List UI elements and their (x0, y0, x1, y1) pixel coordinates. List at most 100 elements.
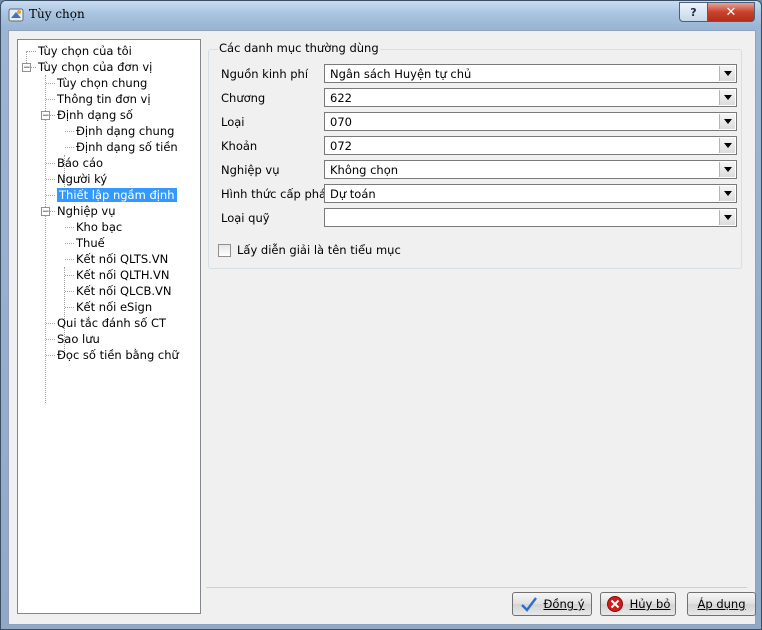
field-label: Loại (221, 115, 245, 129)
tree-connector (45, 75, 46, 403)
tree-connector (46, 339, 55, 340)
title-bar[interactable]: Tùy chọn ? ✕ (1, 1, 761, 29)
field-label: Loại quỹ (221, 211, 270, 225)
tree-connector (27, 51, 36, 52)
apply-button[interactable]: Áp dụng (687, 592, 756, 616)
field-combobox[interactable]: 072 (324, 136, 737, 155)
close-button[interactable]: ✕ (707, 2, 755, 22)
collapse-icon[interactable]: − (41, 207, 50, 217)
dropdown-button[interactable] (719, 114, 735, 129)
field-label: Nguồn kinh phí (221, 67, 309, 81)
tree-item[interactable]: Thiết lập ngầm định (57, 187, 177, 203)
field-combobox[interactable]: 070 (324, 112, 737, 131)
options-dialog: Tùy chọn ? ✕ Tùy chọn của tôi Tùy chọn củ… (0, 0, 762, 630)
tree-connector (65, 307, 74, 308)
dialog-body: Tùy chọn của tôi Tùy chọn của đơn vị − Tùy … (8, 30, 756, 625)
tree-item[interactable]: Kết nối eSign (76, 299, 152, 315)
combobox-value: Không chọn (330, 163, 399, 177)
tree-connector (46, 163, 55, 164)
field-combobox[interactable] (324, 208, 737, 227)
tree-connector (65, 227, 74, 228)
tree-item-label: Kết nối QLTH.VN (76, 268, 170, 282)
tree-connector (46, 179, 55, 180)
collapse-icon[interactable]: − (22, 63, 31, 73)
tree-item-label: Kết nối QLTS.VN (76, 252, 169, 266)
combobox-value: Ngân sách Huyện tự chủ (330, 67, 472, 81)
tree-item[interactable]: Định dạng số (57, 107, 133, 123)
chevron-down-icon (723, 143, 732, 148)
tree-connector (46, 195, 55, 196)
tree-item[interactable]: Định dạng số tiền (76, 139, 178, 155)
tree-connector (65, 275, 74, 276)
combobox-value: 072 (330, 139, 352, 153)
tree-item[interactable]: Kết nối QLTS.VN (76, 251, 168, 267)
tree-item[interactable]: Kho bạc (76, 219, 122, 235)
dropdown-button[interactable] (719, 210, 735, 225)
chevron-down-icon (723, 191, 732, 196)
use-subitem-name-label: Lấy diễn giải là tên tiểu mục (237, 243, 401, 257)
settings-panel: Các danh mục thường dùng Nguồn kinh phí N… (206, 37, 747, 583)
collapse-icon[interactable]: − (41, 111, 50, 121)
tree-item-label: Sao lưu (57, 332, 100, 346)
tree-item-label: Định dạng số tiền (76, 140, 178, 154)
options-tree[interactable]: Tùy chọn của tôi Tùy chọn của đơn vị − Tùy … (17, 39, 201, 614)
chevron-down-icon (723, 167, 732, 172)
tree-item[interactable]: Sao lưu (57, 331, 100, 347)
tree-connector (46, 83, 55, 84)
tree-item[interactable]: Tùy chọn của tôi (38, 43, 132, 59)
dropdown-button[interactable] (719, 186, 735, 201)
tree-item-label: Đọc số tiền bằng chữ (57, 348, 179, 362)
dropdown-button[interactable] (719, 90, 735, 105)
tree-item-label: Kho bạc (76, 220, 123, 234)
tree-item-label: Định dạng chung (76, 124, 175, 138)
dropdown-button[interactable] (719, 138, 735, 153)
ok-button[interactable]: Đồng ý (512, 592, 592, 616)
combobox-value: 070 (330, 115, 352, 129)
help-button[interactable]: ? (679, 2, 708, 22)
tree-item[interactable]: Tùy chọn của đơn vị (38, 59, 152, 75)
dropdown-button[interactable] (719, 162, 735, 177)
tree-connector (46, 355, 55, 356)
chevron-down-icon (723, 95, 732, 100)
chevron-down-icon (723, 215, 732, 220)
combobox-value: 622 (330, 91, 352, 105)
tree-connector (65, 147, 74, 148)
tree-item[interactable]: Nghiệp vụ (57, 203, 116, 219)
field-label: Chương (221, 91, 266, 105)
tree-connector (65, 131, 74, 132)
tree-item[interactable]: Thông tin đơn vị (57, 91, 151, 107)
tree-item-label: Tùy chọn của đơn vị (38, 60, 153, 74)
apply-button-label: Áp dụng (697, 597, 746, 611)
cancel-button[interactable]: Hủy bỏ (600, 592, 676, 616)
app-options-icon (8, 8, 24, 22)
tree-item[interactable]: Kết nối QLCB.VN (76, 283, 171, 299)
tree-item-label: Kết nối QLCB.VN (76, 284, 172, 298)
tree-connector (46, 99, 55, 100)
tree-connector (65, 291, 74, 292)
window-title: Tùy chọn (29, 7, 85, 21)
tree-item-label: Định dạng số (57, 108, 133, 122)
tree-connector (46, 323, 55, 324)
tree-item-label: Kết nối eSign (76, 300, 153, 314)
combobox-value: Dự toán (330, 187, 376, 201)
use-subitem-name-checkbox[interactable] (218, 244, 231, 257)
tree-item-label: Người ký (57, 172, 108, 186)
tree-item[interactable]: Qui tắc đánh số CT (57, 315, 166, 331)
field-combobox[interactable]: Ngân sách Huyện tự chủ (324, 64, 737, 83)
field-combobox[interactable]: Dự toán (324, 184, 737, 203)
chevron-down-icon (723, 71, 732, 76)
cancel-icon (606, 596, 623, 612)
field-combobox[interactable]: Không chọn (324, 160, 737, 179)
field-combobox[interactable]: 622 (324, 88, 737, 107)
tree-item-label: Thông tin đơn vị (57, 92, 151, 106)
tree-item[interactable]: Người ký (57, 171, 107, 187)
tree-item[interactable]: Báo cáo (57, 155, 103, 171)
checkmark-icon (520, 597, 537, 612)
tree-item[interactable]: Kết nối QLTH.VN (76, 267, 169, 283)
tree-item[interactable]: Định dạng chung (76, 123, 174, 139)
tree-item[interactable]: Tùy chọn chung (57, 75, 147, 91)
tree-item[interactable]: Thuế (76, 235, 105, 251)
dropdown-button[interactable] (719, 66, 735, 81)
tree-item[interactable]: Đọc số tiền bằng chữ (57, 347, 179, 363)
ok-button-label: Đồng ý (543, 597, 585, 611)
